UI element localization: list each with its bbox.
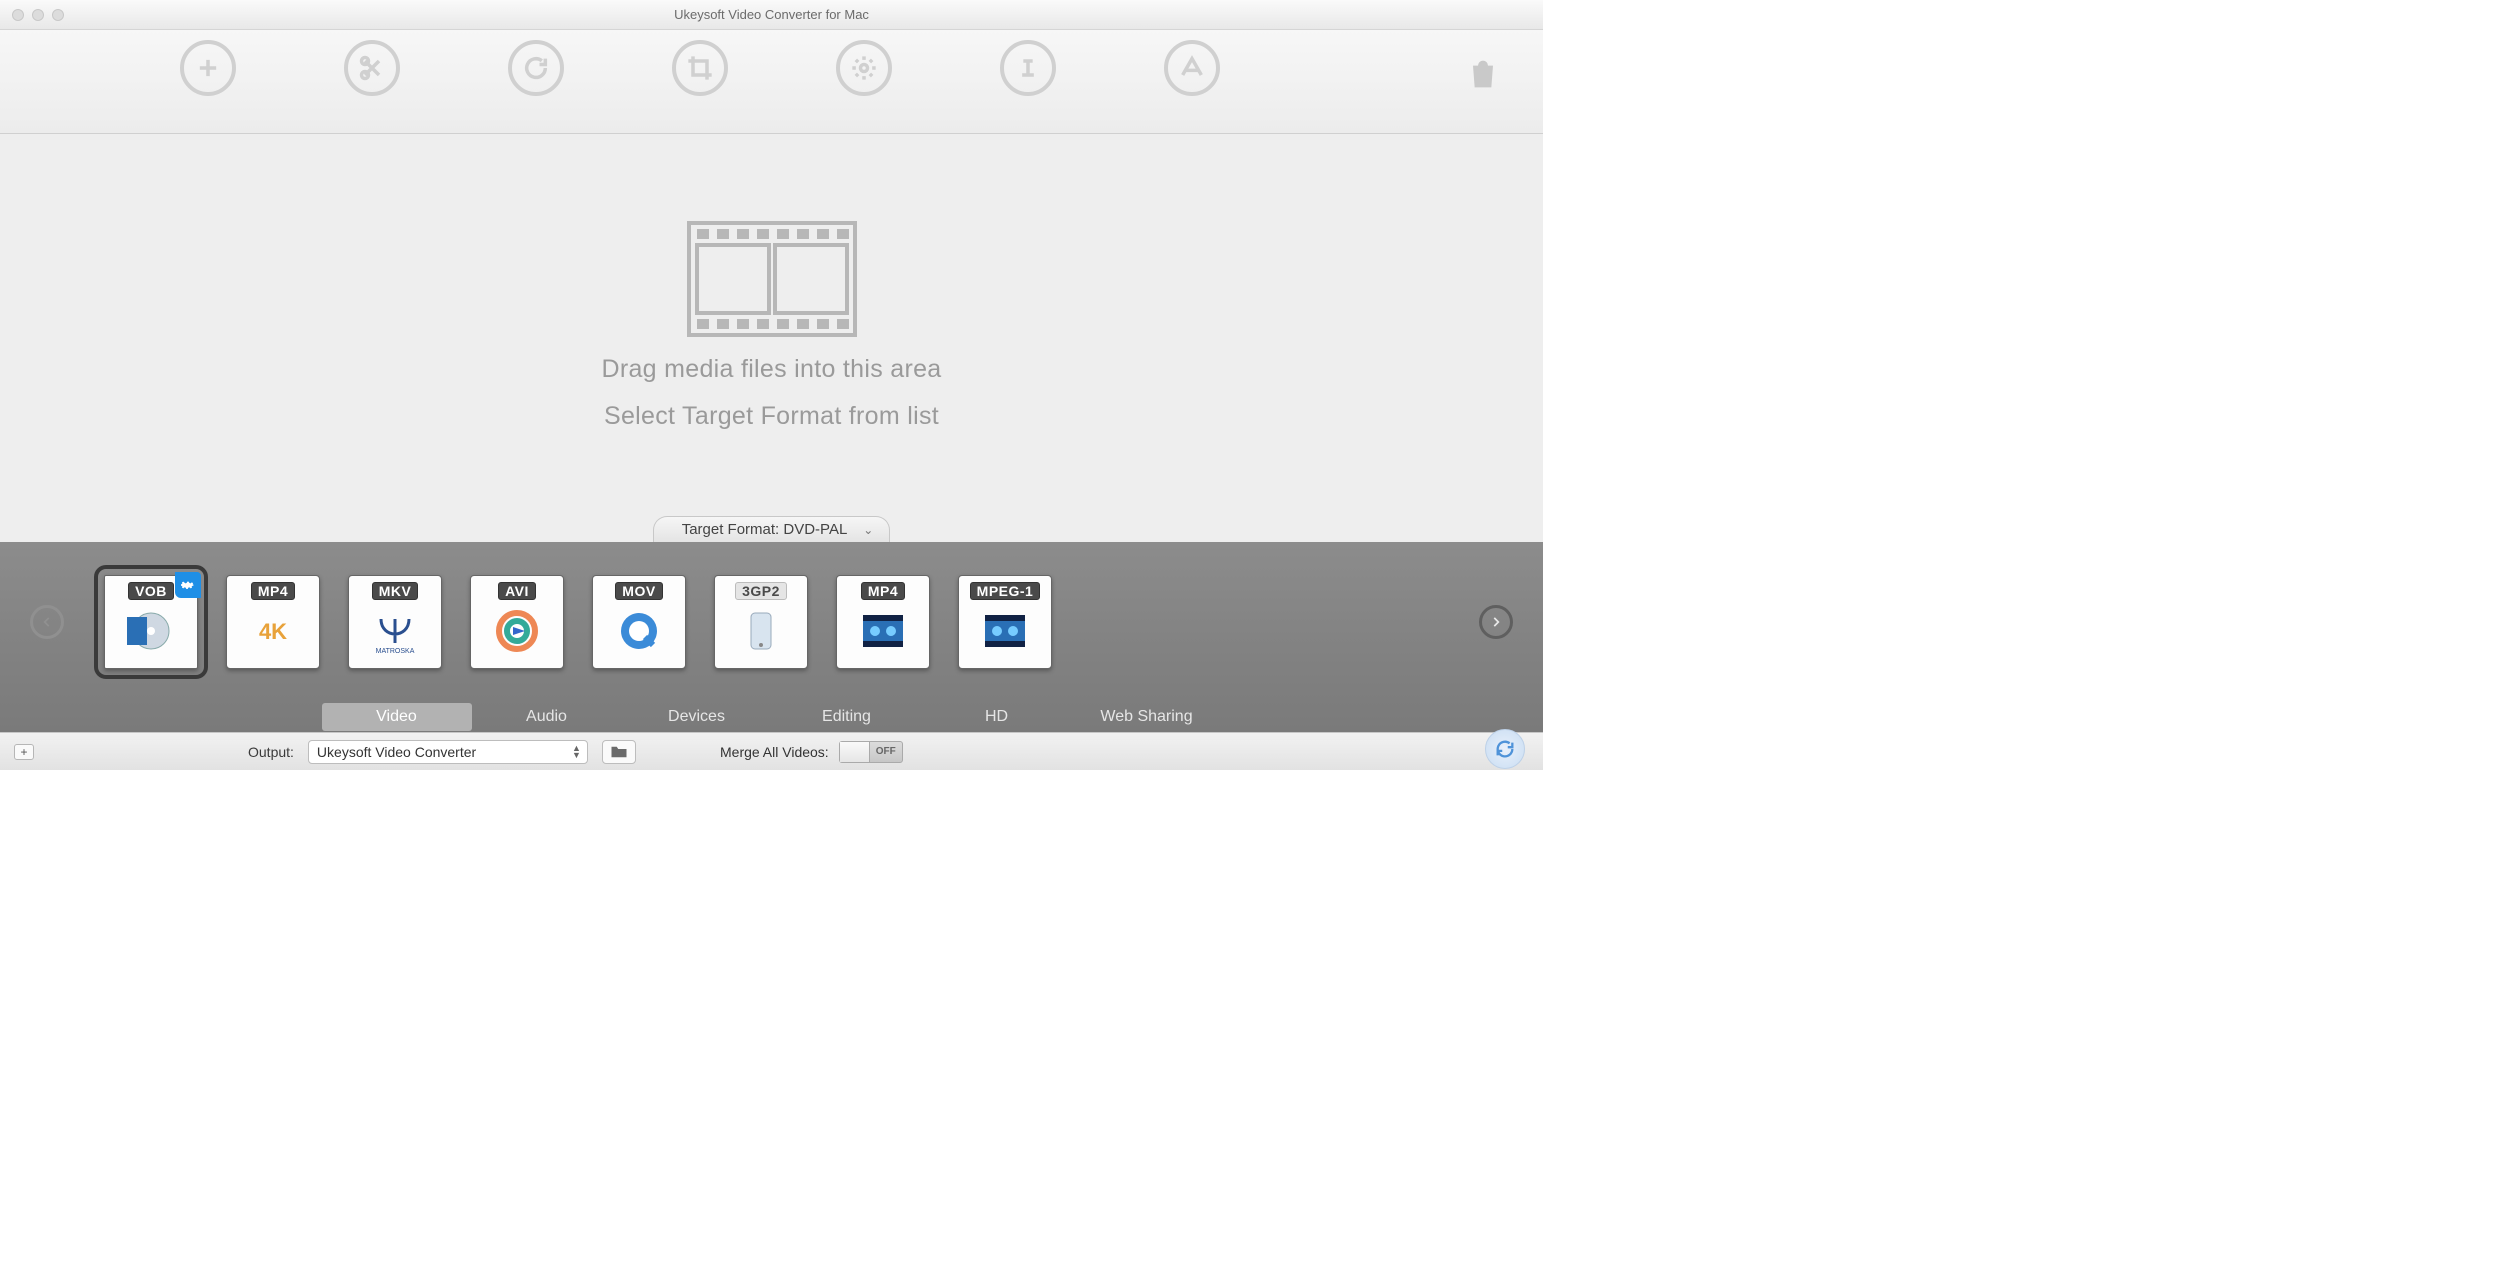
gear-icon[interactable] [175, 572, 201, 598]
scroll-right-button[interactable] [1479, 605, 1513, 639]
format-card-vob-0[interactable]: VOB [104, 575, 198, 669]
svg-text:MATROSKA: MATROSKA [376, 648, 415, 655]
watermark-button[interactable] [1164, 40, 1220, 96]
target-format-dropdown[interactable]: Target Format: DVD-PAL ⌄ [653, 516, 891, 542]
merge-toggle[interactable]: OFF [839, 741, 903, 763]
format-badge: AVI [498, 582, 536, 600]
tab-video[interactable]: Video [322, 703, 472, 731]
format-art-icon [471, 600, 563, 662]
format-card-mkv-2[interactable]: MKV MATROSKA [348, 575, 442, 669]
drop-area[interactable]: Drag media files into this area Select T… [0, 134, 1543, 518]
format-art-icon: MATROSKA [349, 600, 441, 662]
updown-icon: ▲▼ [572, 745, 581, 759]
rotate-button[interactable] [508, 40, 564, 96]
subtitle-button[interactable] [1000, 40, 1056, 96]
browse-folder-button[interactable] [602, 740, 636, 764]
format-cards: VOB MP4 4K MKV MATROSKA AVI MOV 3GP2 MP4 MPEG-1 [104, 575, 1052, 669]
add-file-button[interactable] [180, 40, 236, 96]
tab-devices[interactable]: Devices [622, 703, 772, 731]
format-art-icon [959, 600, 1051, 662]
format-card-mp4-1[interactable]: MP4 4K [226, 575, 320, 669]
footer: + Output: Ukeysoft Video Converter ▲▼ Me… [0, 732, 1543, 770]
svg-text:4K: 4K [259, 619, 287, 644]
format-strip: VOB MP4 4K MKV MATROSKA AVI MOV 3GP2 MP4 MPEG-1 V… [0, 542, 1543, 732]
format-art-icon [715, 600, 807, 662]
tab-hd[interactable]: HD [922, 703, 1072, 731]
titlebar: Ukeysoft Video Converter for Mac [0, 0, 1543, 30]
output-folder-select[interactable]: Ukeysoft Video Converter ▲▼ [308, 740, 588, 764]
merge-state: OFF [870, 746, 902, 757]
format-badge: VOB [128, 582, 174, 600]
format-card-mp4-6[interactable]: MP4 [836, 575, 930, 669]
format-badge: MOV [615, 582, 662, 600]
tab-editing[interactable]: Editing [772, 703, 922, 731]
trim-button[interactable] [344, 40, 400, 96]
format-badge: MP4 [861, 582, 905, 600]
format-badge: MPEG-1 [970, 582, 1041, 600]
format-card-mov-4[interactable]: MOV [592, 575, 686, 669]
format-badge: MP4 [251, 582, 295, 600]
film-icon [687, 221, 857, 337]
add-output-button[interactable]: + [14, 744, 34, 760]
app-window: Ukeysoft Video Converter for Mac Drag me… [0, 0, 1543, 770]
merge-label: Merge All Videos: [720, 744, 829, 760]
scroll-left-button[interactable] [30, 605, 64, 639]
output-label: Output: [248, 744, 294, 760]
effects-button[interactable] [836, 40, 892, 96]
convert-button[interactable] [1485, 729, 1525, 769]
tab-audio[interactable]: Audio [472, 703, 622, 731]
drop-hint-2: Select Target Format from list [604, 402, 939, 431]
format-card-avi-3[interactable]: AVI [470, 575, 564, 669]
chevron-down-icon: ⌄ [863, 523, 873, 537]
drop-hint-1: Drag media files into this area [601, 355, 941, 384]
target-format-label: Target Format: DVD-PAL [682, 521, 848, 538]
category-tabs: VideoAudioDevicesEditingHDWeb Sharing [0, 702, 1543, 732]
format-badge: 3GP2 [735, 582, 787, 600]
format-badge: MKV [372, 582, 419, 600]
crop-button[interactable] [672, 40, 728, 96]
format-art-icon [105, 600, 197, 662]
toolbar [0, 30, 1543, 134]
format-card-3gp2-5[interactable]: 3GP2 [714, 575, 808, 669]
window-title: Ukeysoft Video Converter for Mac [0, 7, 1543, 22]
output-folder-value: Ukeysoft Video Converter [317, 744, 476, 760]
format-art-icon [593, 600, 685, 662]
store-button[interactable] [1463, 54, 1503, 94]
tab-web-sharing[interactable]: Web Sharing [1072, 703, 1222, 731]
format-art-icon [837, 600, 929, 662]
empty-bottom [0, 770, 1543, 1270]
format-card-mpeg-1-7[interactable]: MPEG-1 [958, 575, 1052, 669]
format-art-icon: 4K [227, 600, 319, 662]
empty-right [1543, 0, 2500, 1270]
